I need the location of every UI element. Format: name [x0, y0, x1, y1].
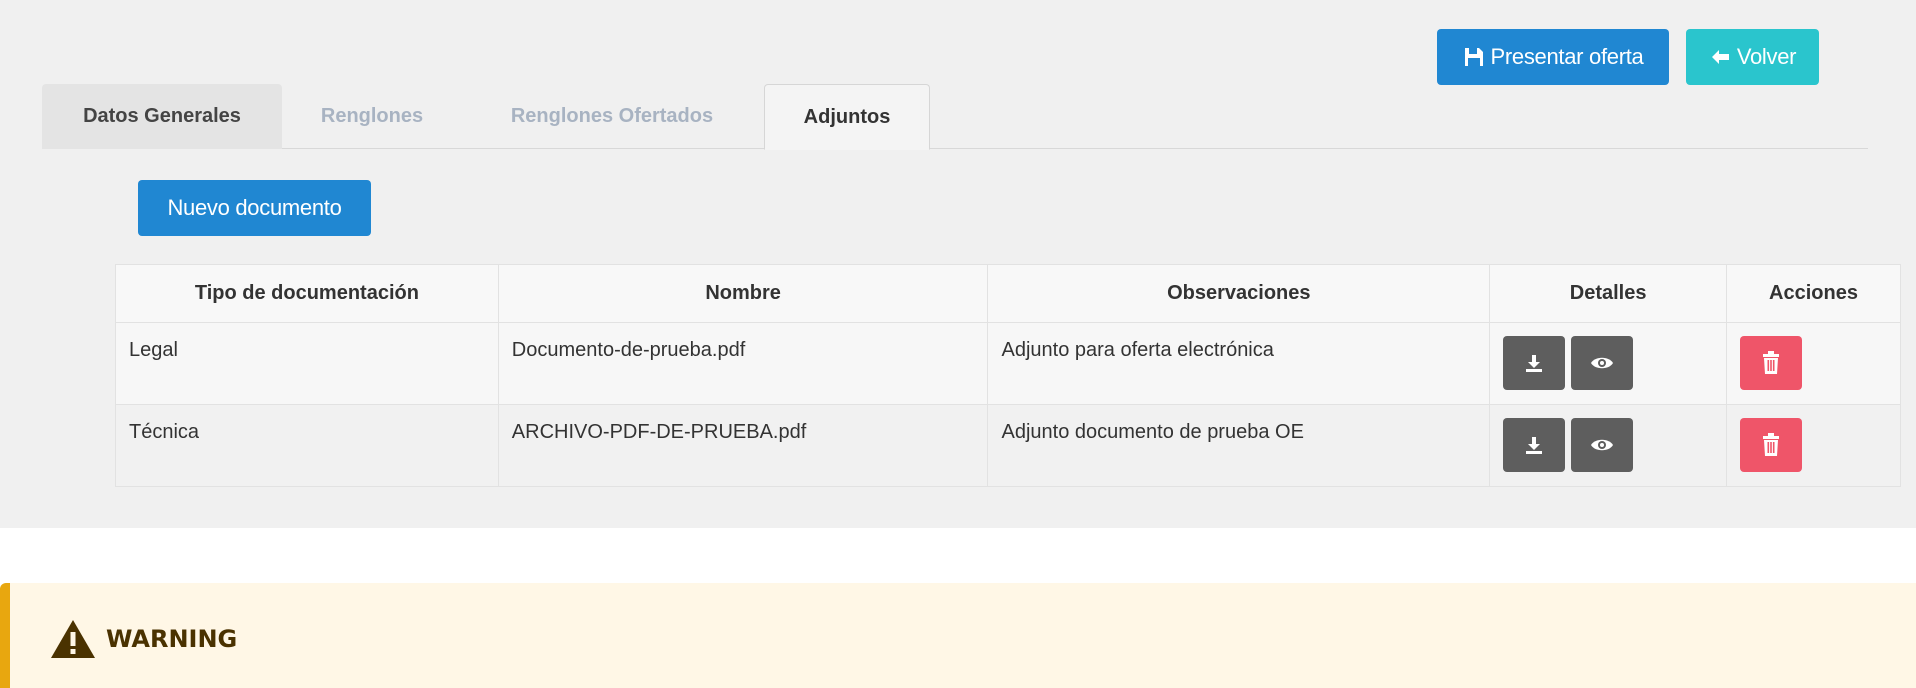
cell-acciones — [1726, 404, 1901, 487]
cell-tipo: Legal — [115, 322, 499, 405]
trash-icon — [1763, 433, 1780, 456]
cell-tipo: Técnica — [115, 404, 499, 487]
tab-adjuntos[interactable]: Adjuntos — [764, 84, 930, 150]
warning-triangle-icon — [51, 620, 95, 658]
tab-label: Renglones Ofertados — [510, 105, 714, 127]
table-row: Técnica ARCHIVO-PDF-DE-PRUEBA.pdf Adjunt… — [115, 404, 1901, 487]
tab-datos-generales[interactable]: Datos Generales — [42, 84, 282, 149]
table-header-row: Tipo de documentación Nombre Observacion… — [115, 264, 1901, 323]
tab-label: Adjuntos — [803, 105, 891, 128]
table-row: Legal Documento-de-prueba.pdf Adjunto pa… — [115, 322, 1901, 405]
delete-button[interactable] — [1740, 418, 1803, 472]
view-button[interactable] — [1571, 336, 1634, 390]
tab-renglones-ofertados[interactable]: Renglones Ofertados — [462, 84, 762, 149]
column-header-nombre: Nombre — [497, 264, 989, 323]
download-icon — [1526, 355, 1543, 372]
submit-offer-button[interactable]: Presentar oferta — [1437, 29, 1669, 85]
cell-acciones — [1726, 322, 1901, 405]
column-header-tipo: Tipo de documentación — [115, 264, 499, 323]
tab-label: Renglones — [320, 105, 424, 127]
warning-title-text: WARNING — [106, 625, 238, 653]
submit-offer-label: Presentar oferta — [1490, 44, 1644, 69]
cell-nombre: ARCHIVO-PDF-DE-PRUEBA.pdf — [497, 404, 989, 487]
eye-icon — [1591, 439, 1614, 451]
main-panel: Presentar oferta Volver Datos Generales … — [0, 0, 1916, 528]
save-icon — [1463, 46, 1485, 68]
cell-observaciones: Adjunto para oferta electrónica — [987, 322, 1491, 405]
trash-icon — [1763, 351, 1780, 374]
cell-observaciones: Adjunto documento de prueba OE — [987, 404, 1491, 487]
eye-icon — [1591, 357, 1614, 369]
warning-admonition: WARNING — [0, 583, 1916, 688]
new-document-label: Nuevo documento — [167, 195, 342, 220]
arrow-left-icon — [1709, 46, 1731, 68]
column-header-acciones: Acciones — [1726, 264, 1901, 323]
back-button[interactable]: Volver — [1686, 29, 1819, 85]
cell-detalles — [1489, 322, 1728, 405]
tab-bar: Datos Generales Renglones Renglones Ofer… — [42, 84, 1868, 150]
back-label: Volver — [1736, 44, 1797, 69]
download-icon — [1526, 437, 1543, 454]
documents-table: Tipo de documentación Nombre Observacion… — [115, 264, 1901, 487]
tab-label: Datos Generales — [83, 105, 241, 127]
view-button[interactable] — [1571, 418, 1634, 472]
cell-detalles — [1489, 404, 1728, 487]
delete-button[interactable] — [1740, 336, 1803, 390]
tab-renglones[interactable]: Renglones — [282, 84, 462, 149]
column-header-observaciones: Observaciones — [987, 264, 1491, 323]
download-button[interactable] — [1503, 418, 1566, 472]
cell-nombre: Documento-de-prueba.pdf — [497, 322, 989, 405]
warning-title: WARNING — [50, 619, 237, 659]
column-header-detalles: Detalles — [1489, 264, 1728, 323]
download-button[interactable] — [1503, 336, 1566, 390]
new-document-button[interactable]: Nuevo documento — [138, 180, 371, 236]
